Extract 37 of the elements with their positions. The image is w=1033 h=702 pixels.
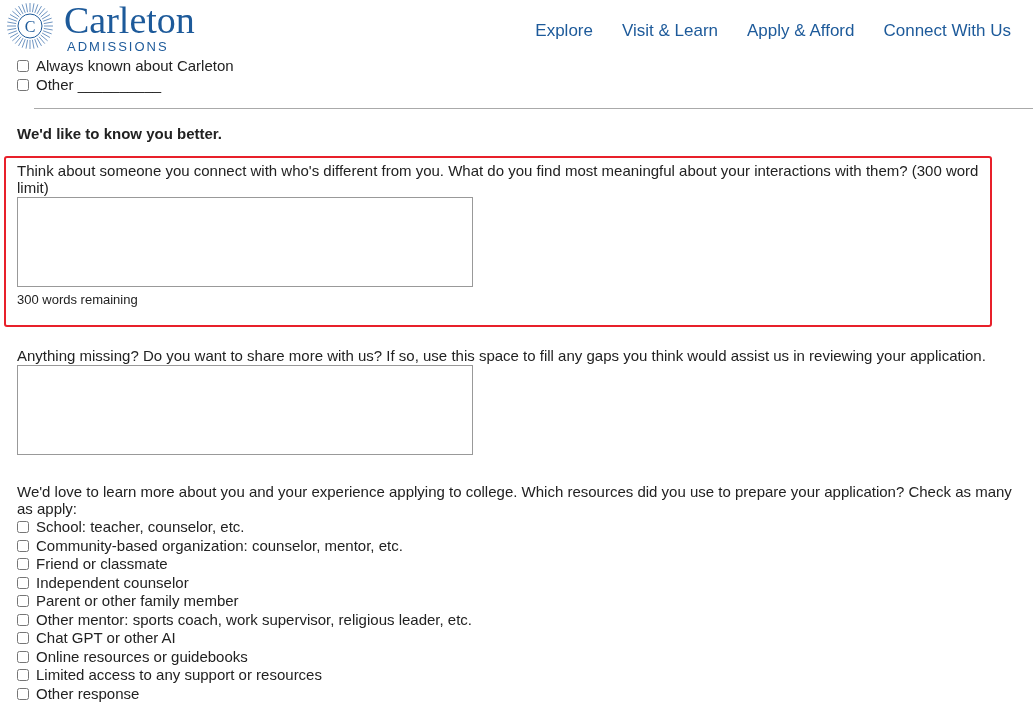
- checkbox[interactable]: [17, 576, 29, 589]
- nav-link[interactable]: Explore: [535, 18, 593, 44]
- logo-title: Carleton: [64, 0, 195, 40]
- question-text: Anything missing? Do you want to share more with us? If so, use this space to fill any gaps you think would assist us in reviewing your application.: [17, 347, 987, 364]
- checkbox[interactable]: [17, 521, 29, 534]
- nav-link[interactable]: Apply & Afford: [747, 18, 855, 44]
- checkbox[interactable]: [17, 687, 29, 700]
- logo-subtitle: ADMISSIONS: [67, 40, 170, 54]
- checkbox[interactable]: [17, 60, 29, 73]
- word-counter: 300 words remaining: [17, 290, 139, 309]
- checkbox[interactable]: [17, 78, 29, 91]
- checkbox[interactable]: [17, 613, 29, 626]
- option-label: Other mentor: sports coach, work supervisor, religious leader, etc.: [36, 610, 473, 629]
- option-label: Other __________: [36, 75, 162, 94]
- checkbox[interactable]: [17, 539, 29, 552]
- checkbox[interactable]: [17, 558, 29, 571]
- option-label: Friend or classmate: [36, 555, 168, 574]
- checkbox[interactable]: [17, 669, 29, 682]
- option-label: Community-based organization: counselor, mentor, etc.: [36, 536, 403, 555]
- question-text: Think about someone you connect with who's different from you. What do you find most meaningful about your interactions with them? (300 word limit): [17, 161, 980, 196]
- option-label: Limited access to any support or resources: [36, 666, 322, 685]
- nav-link[interactable]: Connect With Us: [883, 18, 1011, 44]
- option-label: Parent or other family member: [36, 592, 239, 611]
- checkbox[interactable]: [17, 632, 29, 645]
- option-label: Chat GPT or other AI: [36, 629, 176, 648]
- option-label: Independent counselor: [36, 573, 189, 592]
- checkbox[interactable]: [17, 650, 29, 663]
- nav-link[interactable]: Visit & Learn: [621, 18, 719, 44]
- question-text: We'd love to learn more about you and your experience applying to college. Which resources did you use to prepare your application? Check as many as apply:: [17, 483, 1013, 517]
- option-label: Other response: [36, 684, 140, 702]
- checkbox[interactable]: [17, 595, 29, 608]
- answer-box[interactable]: [17, 196, 473, 287]
- option-label: School: teacher, counselor, etc.: [36, 518, 245, 537]
- answer-box[interactable]: [17, 365, 473, 455]
- option-label: Online resources or guidebooks: [36, 647, 248, 666]
- section-title: We'd like to know you better.: [17, 124, 223, 144]
- option-label: Always known about Carleton: [36, 57, 234, 76]
